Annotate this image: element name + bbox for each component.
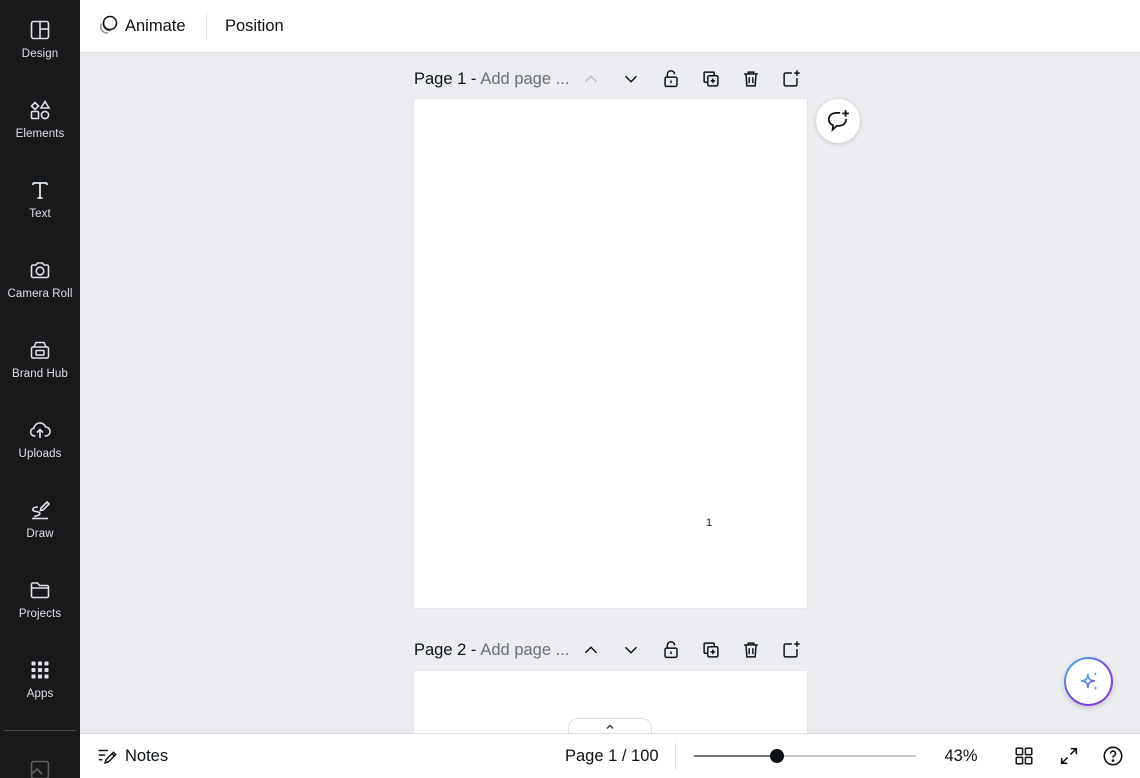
move-page-up-button[interactable] [579,67,603,91]
chevron-up-icon [606,724,614,729]
text-icon [32,182,48,199]
apps-grid-icon [31,661,49,679]
left-sidebar: Design Elements Text Camera Roll Brand H… [0,0,80,778]
cloud-upload-icon [29,422,51,438]
sidebar-item-text[interactable]: Text [0,160,80,240]
page-label: Page 1 - [414,69,477,88]
add-page-button[interactable] [779,638,803,662]
move-page-down-button[interactable] [619,67,643,91]
add-page-button[interactable] [779,67,803,91]
shapes-icon [30,99,51,120]
zoom-slider-fill [694,755,778,757]
sidebar-item-draw[interactable]: Draw [0,480,80,560]
duplicate-page-button[interactable] [699,638,723,662]
move-page-down-button[interactable] [619,638,643,662]
add-comment-button[interactable] [816,99,860,143]
page-title-input[interactable]: Add page ... [480,70,572,89]
sidebar-item-camera-roll[interactable]: Camera Roll [0,240,80,320]
sidebar-item-label: Design [21,48,59,60]
sidebar-item-uploads[interactable]: Uploads [0,400,80,480]
sidebar-item-label: Camera Roll [7,288,73,300]
page-header-1: Page 1 - Add page ... [414,64,809,94]
duplicate-icon [703,642,719,658]
magic-button-inner [1066,659,1111,704]
animate-button[interactable]: Animate [96,0,186,52]
fullscreen-button[interactable] [1057,744,1081,768]
zoom-slider-thumb[interactable] [770,749,785,763]
sidebar-item-label: Apps [26,688,54,700]
page-header-2: Page 2 - Add page ... [414,635,809,665]
help-icon [1103,746,1123,766]
delete-page-button[interactable] [739,638,763,662]
zoom-slider[interactable] [694,749,916,763]
page-title-input[interactable]: Add page ... [480,641,572,660]
duplicate-page-button[interactable] [699,67,723,91]
position-label: Position [225,16,284,35]
chevron-up-icon [584,75,598,83]
chevron-up-icon [584,646,598,654]
page-number-text[interactable]: 1 [706,517,712,529]
move-page-up-button[interactable] [579,638,603,662]
sidebar-item-projects[interactable]: Projects [0,560,80,640]
notes-icon [98,749,117,764]
sidebar-item-apps[interactable]: Apps [0,640,80,720]
toolbar-divider [206,13,207,40]
page-label: Page 2 - [414,640,477,659]
sidebar-item-label: Text [29,208,51,220]
image-icon[interactable] [28,758,52,778]
sidebar-item-design[interactable]: Design [0,0,80,80]
sidebar-item-label: Elements [15,128,65,140]
trash-icon [744,71,758,87]
add-page-icon [783,641,800,658]
notes-button[interactable]: Notes [96,734,168,778]
animate-icon [100,15,118,34]
chevron-down-icon [624,646,638,654]
draw-icon [32,500,51,520]
unlock-icon [664,70,678,88]
grid-view-button[interactable] [1012,744,1036,768]
page-indicator[interactable]: Page 1 / 100 [565,734,659,778]
page-canvas-1[interactable]: 1 [414,99,807,608]
grid-view-icon [1015,747,1033,765]
trash-icon [744,642,758,658]
unlock-icon [664,641,678,659]
animate-label: Animate [125,16,186,35]
zoom-level-button[interactable]: 43% [931,734,991,778]
sidebar-item-label: Draw [26,528,54,540]
brand-icon [30,341,50,359]
expand-icon [1060,747,1078,765]
design-icon [30,20,50,40]
sidebar-item-label: Uploads [18,448,62,460]
sidebar-item-label: Brand Hub [12,368,68,380]
help-button[interactable] [1101,744,1125,768]
top-toolbar: Animate Position [80,0,1140,53]
position-button[interactable]: Position [225,0,284,52]
add-page-icon [783,70,800,87]
notes-label: Notes [125,746,169,765]
magic-assistant-button[interactable] [1064,657,1113,706]
camera-icon [30,262,50,279]
sidebar-item-label: Projects [18,608,62,620]
sidebar-item-elements[interactable]: Elements [0,80,80,160]
bottom-bar: Notes Page 1 / 100 43% [80,733,1140,778]
delete-page-button[interactable] [739,67,763,91]
sidebar-divider [4,730,76,731]
expand-notes-tab[interactable] [568,718,652,734]
chevron-down-icon [624,75,638,83]
sparkle-icon [1080,671,1098,690]
bottombar-divider [675,743,676,770]
folder-icon [30,582,50,599]
duplicate-icon [703,71,719,87]
lock-page-button[interactable] [659,67,683,91]
lock-page-button[interactable] [659,638,683,662]
comment-add-icon [827,110,849,132]
sidebar-item-brand-hub[interactable]: Brand Hub [0,320,80,400]
